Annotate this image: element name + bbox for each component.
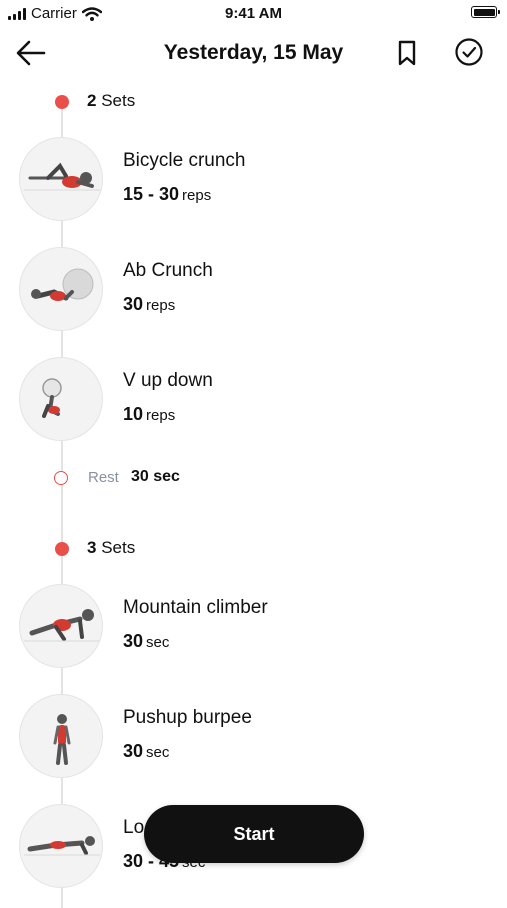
rest-value: 30 sec xyxy=(131,468,180,485)
exercise-amount: 30 sec xyxy=(123,741,169,762)
set-label-text: Sets xyxy=(101,91,136,110)
rest-label: Rest xyxy=(88,469,119,486)
exercise-item[interactable]: Bicycle crunch 15 - 30 reps xyxy=(19,137,439,227)
set-count: 3 xyxy=(87,538,97,557)
exercise-unit: reps xyxy=(146,407,176,424)
exercise-unit: reps xyxy=(146,297,176,314)
exercise-amount: 15 - 30 reps xyxy=(123,184,211,205)
exercise-unit: reps xyxy=(182,187,212,204)
start-button[interactable]: Start xyxy=(144,805,364,863)
exercise-unit: sec xyxy=(146,744,170,761)
exercise-item[interactable]: Mountain climber 30 sec xyxy=(19,584,439,674)
exercise-amount: 10 reps xyxy=(123,404,175,425)
exercise-item[interactable]: Ab Crunch 30 reps xyxy=(19,247,439,337)
battery-icon xyxy=(471,6,500,18)
exercise-value: 15 - 30 xyxy=(123,184,180,204)
exercise-name: V up down xyxy=(123,370,213,391)
pushup-burpee-icon xyxy=(19,694,103,778)
rest-marker-dot xyxy=(54,471,68,485)
timeline-line xyxy=(61,108,63,908)
v-up-down-icon xyxy=(19,357,103,441)
set-marker-dot xyxy=(55,542,69,556)
page-title: Yesterday, 15 May xyxy=(163,41,344,64)
exercise-name: Lo xyxy=(123,817,145,838)
exercise-value: 10 xyxy=(123,404,144,424)
exercise-unit: sec xyxy=(146,634,170,651)
set-label-text: Sets xyxy=(101,538,136,557)
exercise-name: Ab Crunch xyxy=(123,260,213,281)
plank-icon xyxy=(19,804,103,888)
set-count: 2 xyxy=(87,91,97,110)
check-circle-icon[interactable] xyxy=(454,37,484,67)
exercise-name: Bicycle crunch xyxy=(123,150,246,171)
status-time: 9:41 AM xyxy=(225,5,282,22)
exercise-name: Pushup burpee xyxy=(123,707,252,728)
exercise-value: 30 xyxy=(123,741,144,761)
exercise-value: 30 xyxy=(123,631,144,651)
bookmark-icon[interactable] xyxy=(394,38,420,68)
exercise-item[interactable]: V up down 10 reps xyxy=(19,357,439,447)
status-bar: Carrier 9:41 AM xyxy=(0,0,507,26)
exercise-item[interactable]: Pushup burpee 30 sec xyxy=(19,694,439,784)
set-group-1-label: 2 Sets xyxy=(87,91,135,111)
exercise-amount: 30 reps xyxy=(123,294,175,315)
set-marker-dot xyxy=(55,95,69,109)
mountain-climber-icon xyxy=(19,584,103,668)
set-group-2-label: 3 Sets xyxy=(87,538,135,558)
exercise-name: Mountain climber xyxy=(123,597,268,618)
bicycle-crunch-icon xyxy=(19,137,103,221)
exercise-amount: 30 sec xyxy=(123,631,169,652)
ab-crunch-icon xyxy=(19,247,103,331)
nav-header: Yesterday, 15 May xyxy=(0,30,507,76)
exercise-value: 30 xyxy=(123,294,144,314)
